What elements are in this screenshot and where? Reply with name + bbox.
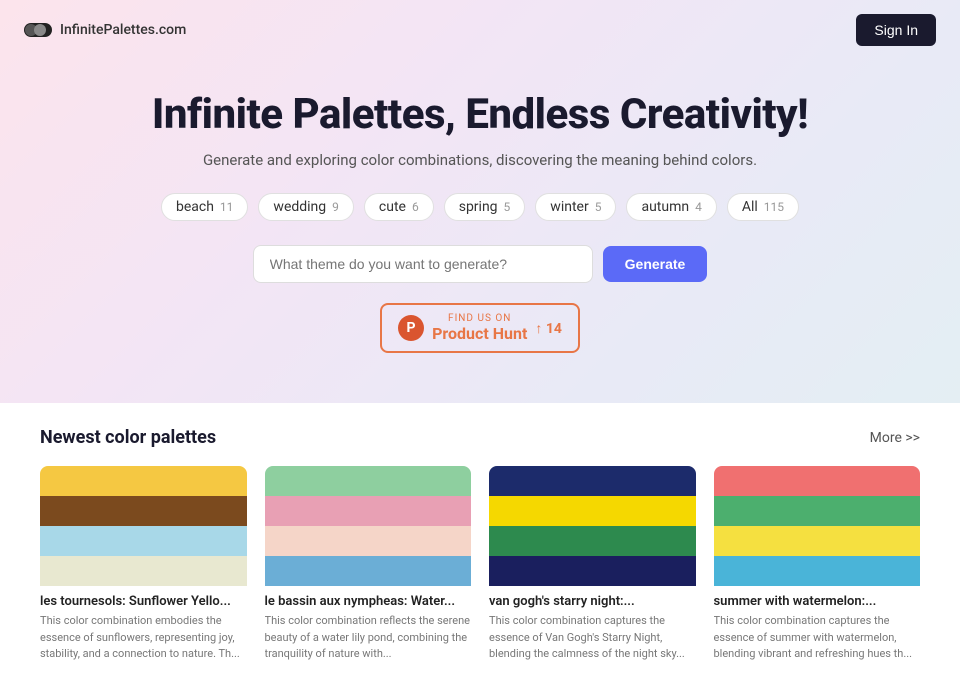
tag-label: spring: [459, 199, 498, 215]
palette-card[interactable]: les tournesols: Sunflower Yello... This c…: [40, 466, 247, 663]
tag-item[interactable]: cute 6: [364, 193, 434, 221]
color-strip: [265, 556, 472, 586]
palette-card[interactable]: summer with watermelon:... This color com…: [714, 466, 921, 663]
palette-card[interactable]: van gogh's starry night:... This color co…: [489, 466, 696, 663]
hero-section: Infinite Palettes, Endless Creativity! G…: [0, 60, 960, 403]
tag-label: autumn: [641, 199, 689, 215]
tag-count: 115: [764, 200, 784, 214]
palette-colors: [714, 466, 921, 586]
color-strip: [489, 496, 696, 526]
tag-item[interactable]: winter 5: [535, 193, 616, 221]
color-strip: [489, 556, 696, 586]
color-strip: [714, 526, 921, 556]
color-strip: [489, 526, 696, 556]
tag-count: 6: [412, 200, 419, 214]
palette-description: This color combination embodies the esse…: [40, 613, 247, 663]
tag-label: wedding: [273, 199, 326, 215]
palette-colors: [265, 466, 472, 586]
tag-item[interactable]: beach 11: [161, 193, 248, 221]
product-hunt-votes: ↑ 14: [535, 320, 562, 337]
search-area: Generate: [20, 245, 940, 283]
tag-count: 9: [332, 200, 339, 214]
tag-label: beach: [176, 199, 214, 215]
palettes-title: Newest color palettes: [40, 427, 216, 448]
generate-button[interactable]: Generate: [603, 246, 708, 282]
color-strip: [40, 466, 247, 496]
logo-area: InfinitePalettes.com: [24, 22, 186, 38]
color-strip: [40, 496, 247, 526]
tag-item[interactable]: wedding 9: [258, 193, 353, 221]
color-strip: [265, 466, 472, 496]
palettes-header: Newest color palettes More >>: [40, 427, 920, 448]
tag-item[interactable]: spring 5: [444, 193, 526, 221]
palette-name: van gogh's starry night:...: [489, 594, 696, 609]
palettes-section: Newest color palettes More >> les tourne…: [0, 403, 960, 687]
tag-count: 5: [504, 200, 511, 214]
color-strip: [40, 556, 247, 586]
tag-label: cute: [379, 199, 406, 215]
logo-icon: [24, 23, 52, 37]
tag-item[interactable]: All 115: [727, 193, 799, 221]
product-hunt-name-label: Product Hunt: [432, 324, 527, 343]
palette-card[interactable]: le bassin aux nympheas: Water... This col…: [265, 466, 472, 663]
logo-text: InfinitePalettes.com: [60, 22, 186, 38]
product-hunt-area: P FIND US ON Product Hunt ↑ 14: [20, 303, 940, 353]
hero-title: Infinite Palettes, Endless Creativity!: [20, 90, 940, 139]
color-strip: [714, 556, 921, 586]
tag-label: winter: [550, 199, 588, 215]
color-strip: [265, 496, 472, 526]
palette-description: This color combination reflects the sere…: [265, 613, 472, 663]
palette-name: summer with watermelon:...: [714, 594, 921, 609]
tag-list: beach 11 wedding 9 cute 6 spring 5 winter 5 autumn…: [20, 193, 940, 221]
product-hunt-icon: P: [398, 315, 424, 341]
product-hunt-badge[interactable]: P FIND US ON Product Hunt ↑ 14: [380, 303, 580, 353]
color-strip: [40, 526, 247, 556]
tag-item[interactable]: autumn 4: [626, 193, 716, 221]
palette-grid: les tournesols: Sunflower Yello... This c…: [40, 466, 920, 663]
color-strip: [714, 466, 921, 496]
tag-count: 5: [595, 200, 602, 214]
palette-name: les tournesols: Sunflower Yello...: [40, 594, 247, 609]
tag-count: 11: [220, 200, 234, 214]
tag-label: All: [742, 199, 758, 215]
search-input[interactable]: [253, 245, 593, 283]
hero-subtitle: Generate and exploring color combination…: [20, 151, 940, 169]
color-strip: [714, 496, 921, 526]
palette-colors: [489, 466, 696, 586]
header: InfinitePalettes.com Sign In: [0, 0, 960, 60]
product-hunt-find-label: FIND US ON: [432, 313, 527, 324]
palette-name: le bassin aux nympheas: Water...: [265, 594, 472, 609]
color-strip: [489, 466, 696, 496]
tag-count: 4: [695, 200, 702, 214]
product-hunt-text: FIND US ON Product Hunt: [432, 313, 527, 343]
palette-description: This color combination captures the esse…: [714, 613, 921, 663]
palette-colors: [40, 466, 247, 586]
sign-in-button[interactable]: Sign In: [856, 14, 936, 46]
palette-description: This color combination captures the esse…: [489, 613, 696, 663]
color-strip: [265, 526, 472, 556]
more-link[interactable]: More >>: [870, 430, 920, 446]
